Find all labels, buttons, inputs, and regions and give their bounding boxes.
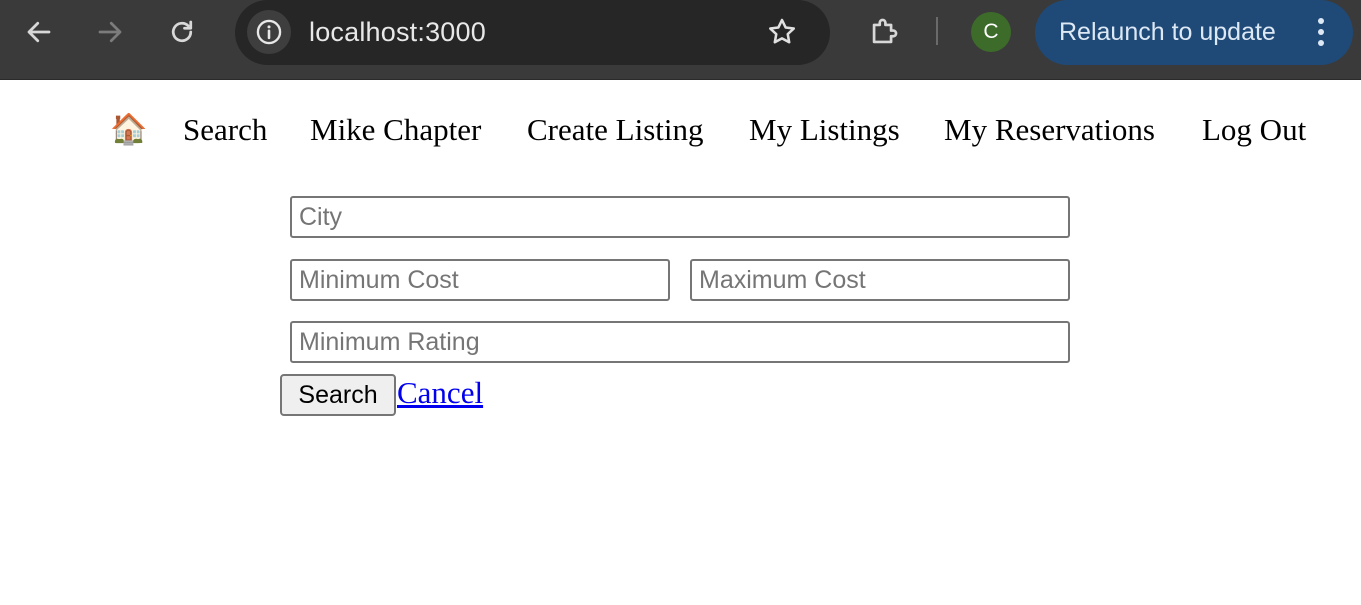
nav-my-listings-link[interactable]: My Listings — [749, 110, 900, 150]
reload-icon — [171, 20, 193, 43]
back-button[interactable] — [21, 14, 57, 50]
nav-create-listing-link[interactable]: Create Listing — [527, 110, 703, 150]
arrow-right-icon — [98, 21, 122, 43]
home-icon[interactable]: 🏠 — [110, 112, 147, 148]
browser-toolbar: localhost:3000 C Relaunch to update — [0, 0, 1361, 80]
puzzle-icon — [872, 18, 898, 44]
info-icon — [256, 19, 282, 45]
cancel-link[interactable]: Cancel — [397, 373, 483, 413]
extensions-button[interactable] — [866, 14, 902, 50]
star-icon — [769, 18, 795, 44]
city-input[interactable] — [290, 196, 1070, 238]
arrow-left-icon — [27, 21, 51, 43]
reload-button[interactable] — [164, 14, 200, 50]
nav-my-reservations-link[interactable]: My Reservations — [944, 110, 1155, 150]
maximum-cost-input[interactable] — [690, 259, 1070, 301]
bookmark-button[interactable] — [764, 14, 800, 50]
forward-button[interactable] — [92, 14, 128, 50]
site-info-button[interactable] — [247, 10, 291, 54]
relaunch-label: Relaunch to update — [1059, 18, 1276, 46]
nav-profile-link[interactable]: Mike Chapter — [310, 110, 481, 150]
search-button[interactable]: Search — [280, 374, 396, 416]
profile-avatar[interactable]: C — [971, 12, 1011, 52]
more-menu-icon[interactable] — [1306, 14, 1336, 50]
nav-log-out-link[interactable]: Log Out — [1202, 110, 1306, 150]
nav-search-link[interactable]: Search — [183, 110, 267, 150]
minimum-cost-input[interactable] — [290, 259, 670, 301]
minimum-rating-input[interactable] — [290, 321, 1070, 363]
toolbar-divider — [936, 17, 938, 45]
url-text[interactable]: localhost:3000 — [309, 14, 486, 50]
